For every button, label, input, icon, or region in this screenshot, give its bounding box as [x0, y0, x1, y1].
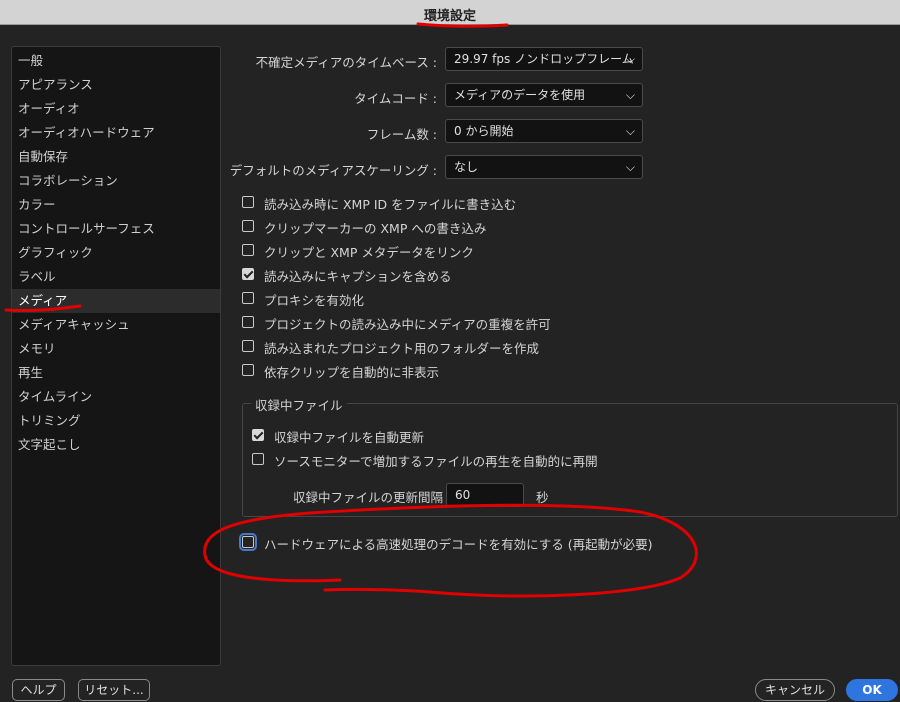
frame-count-row: フレーム数 : — [230, 120, 437, 144]
hide-dependent-clips-checkbox[interactable] — [242, 364, 254, 376]
chevron-down-icon: ⌵ — [625, 124, 635, 138]
sidebar-item-media[interactable]: メディア — [12, 289, 220, 313]
refresh-interval-unit: 秒 — [536, 490, 549, 505]
frame-count-label: フレーム数 : — [366, 127, 437, 142]
scaling-value: なし — [454, 160, 479, 174]
enable-proxies-checkbox[interactable] — [242, 292, 254, 304]
create-folder-label: 読み込まれたプロジェクト用のフォルダーを作成 — [264, 341, 540, 356]
chevron-down-icon: ⌵ — [625, 52, 635, 66]
sidebar-item-appearance[interactable]: アピアランス — [12, 73, 220, 97]
auto-refresh-label: 収録中ファイルを自動更新 — [274, 430, 425, 445]
title-bar: 環境設定 — [0, 0, 900, 25]
scaling-label: デフォルトのメディアスケーリング : — [229, 163, 437, 178]
hide-dependent-clips-label: 依存クリップを自動的に非表示 — [264, 365, 440, 380]
refresh-interval-label: 収録中ファイルの更新間隔 — [293, 490, 444, 505]
refresh-interval-input[interactable]: 60 — [446, 483, 524, 507]
sidebar-item-graphics[interactable]: グラフィック — [12, 241, 220, 265]
timebase-label: 不確定メディアのタイムベース : — [255, 55, 437, 70]
preferences-sidebar: 一般 アピアランス オーディオ オーディオハードウェア 自動保存 コラボレーショ… — [11, 46, 221, 666]
sidebar-item-collaboration[interactable]: コラボレーション — [12, 169, 220, 193]
frame-count-value: 0 から開始 — [454, 124, 514, 138]
scaling-select[interactable]: なし ⌵ — [445, 155, 643, 179]
timebase-row: 不確定メディアのタイムベース : — [230, 48, 437, 72]
sidebar-item-memory[interactable]: メモリ — [12, 337, 220, 361]
help-button[interactable]: ヘルプ — [12, 679, 65, 701]
hw-decode-checkbox[interactable] — [239, 533, 257, 551]
allow-duplicate-media-label: プロジェクトの読み込み中にメディアの重複を許可 — [264, 317, 551, 332]
timecode-value: メディアのデータを使用 — [454, 88, 586, 102]
sidebar-item-labels[interactable]: ラベル — [12, 265, 220, 289]
sidebar-item-audio-hardware[interactable]: オーディオハードウェア — [12, 121, 220, 145]
clip-marker-xmp-checkbox[interactable] — [242, 220, 254, 232]
include-captions-checkbox[interactable] — [242, 268, 254, 280]
hw-decode-label: ハードウェアによる高速処理のデコードを有効にする (再起動が必要) — [264, 537, 653, 552]
link-xmp-checkbox[interactable] — [242, 244, 254, 256]
sidebar-item-trimming[interactable]: トリミング — [12, 409, 220, 433]
xmp-id-checkbox[interactable] — [242, 196, 254, 208]
cancel-button[interactable]: キャンセル — [755, 679, 835, 701]
reset-button[interactable]: リセット... — [78, 679, 150, 701]
scaling-row: デフォルトのメディアスケーリング : — [230, 156, 437, 180]
sidebar-item-color[interactable]: カラー — [12, 193, 220, 217]
xmp-id-label: 読み込み時に XMP ID をファイルに書き込む — [264, 197, 517, 212]
allow-duplicate-media-checkbox[interactable] — [242, 316, 254, 328]
sidebar-item-timeline[interactable]: タイムライン — [12, 385, 220, 409]
timecode-select[interactable]: メディアのデータを使用 ⌵ — [445, 83, 643, 107]
auto-resume-checkbox[interactable] — [252, 453, 264, 465]
auto-refresh-checkbox[interactable] — [252, 429, 264, 441]
chevron-down-icon: ⌵ — [625, 160, 635, 174]
chevron-down-icon: ⌵ — [625, 88, 635, 102]
enable-proxies-label: プロキシを有効化 — [264, 293, 365, 308]
clip-marker-xmp-label: クリップマーカーの XMP への書き込み — [264, 221, 487, 236]
create-folder-checkbox[interactable] — [242, 340, 254, 352]
sidebar-item-audio[interactable]: オーディオ — [12, 97, 220, 121]
sidebar-item-media-cache[interactable]: メディアキャッシュ — [12, 313, 220, 337]
timebase-select[interactable]: 29.97 fps ノンドロップフレーム ⌵ — [445, 47, 643, 71]
frame-count-select[interactable]: 0 から開始 ⌵ — [445, 119, 643, 143]
growing-files-title: 収録中ファイル — [251, 395, 347, 414]
timecode-label: タイムコード : — [354, 91, 437, 106]
include-captions-label: 読み込みにキャプションを含める — [264, 269, 452, 284]
sidebar-item-playback[interactable]: 再生 — [12, 361, 220, 385]
sidebar-item-control-surface[interactable]: コントロールサーフェス — [12, 217, 220, 241]
window-title: 環境設定 — [423, 9, 476, 24]
sidebar-item-transcription[interactable]: 文字起こし — [12, 433, 220, 457]
auto-resume-label: ソースモニターで増加するファイルの再生を自動的に再開 — [274, 454, 598, 469]
timecode-row: タイムコード : — [230, 84, 437, 108]
link-xmp-label: クリップと XMP メタデータをリンク — [264, 245, 474, 260]
sidebar-item-auto-save[interactable]: 自動保存 — [12, 145, 220, 169]
sidebar-item-general[interactable]: 一般 — [12, 49, 220, 73]
timebase-value: 29.97 fps ノンドロップフレーム — [454, 52, 634, 66]
ok-button[interactable]: OK — [846, 679, 898, 701]
